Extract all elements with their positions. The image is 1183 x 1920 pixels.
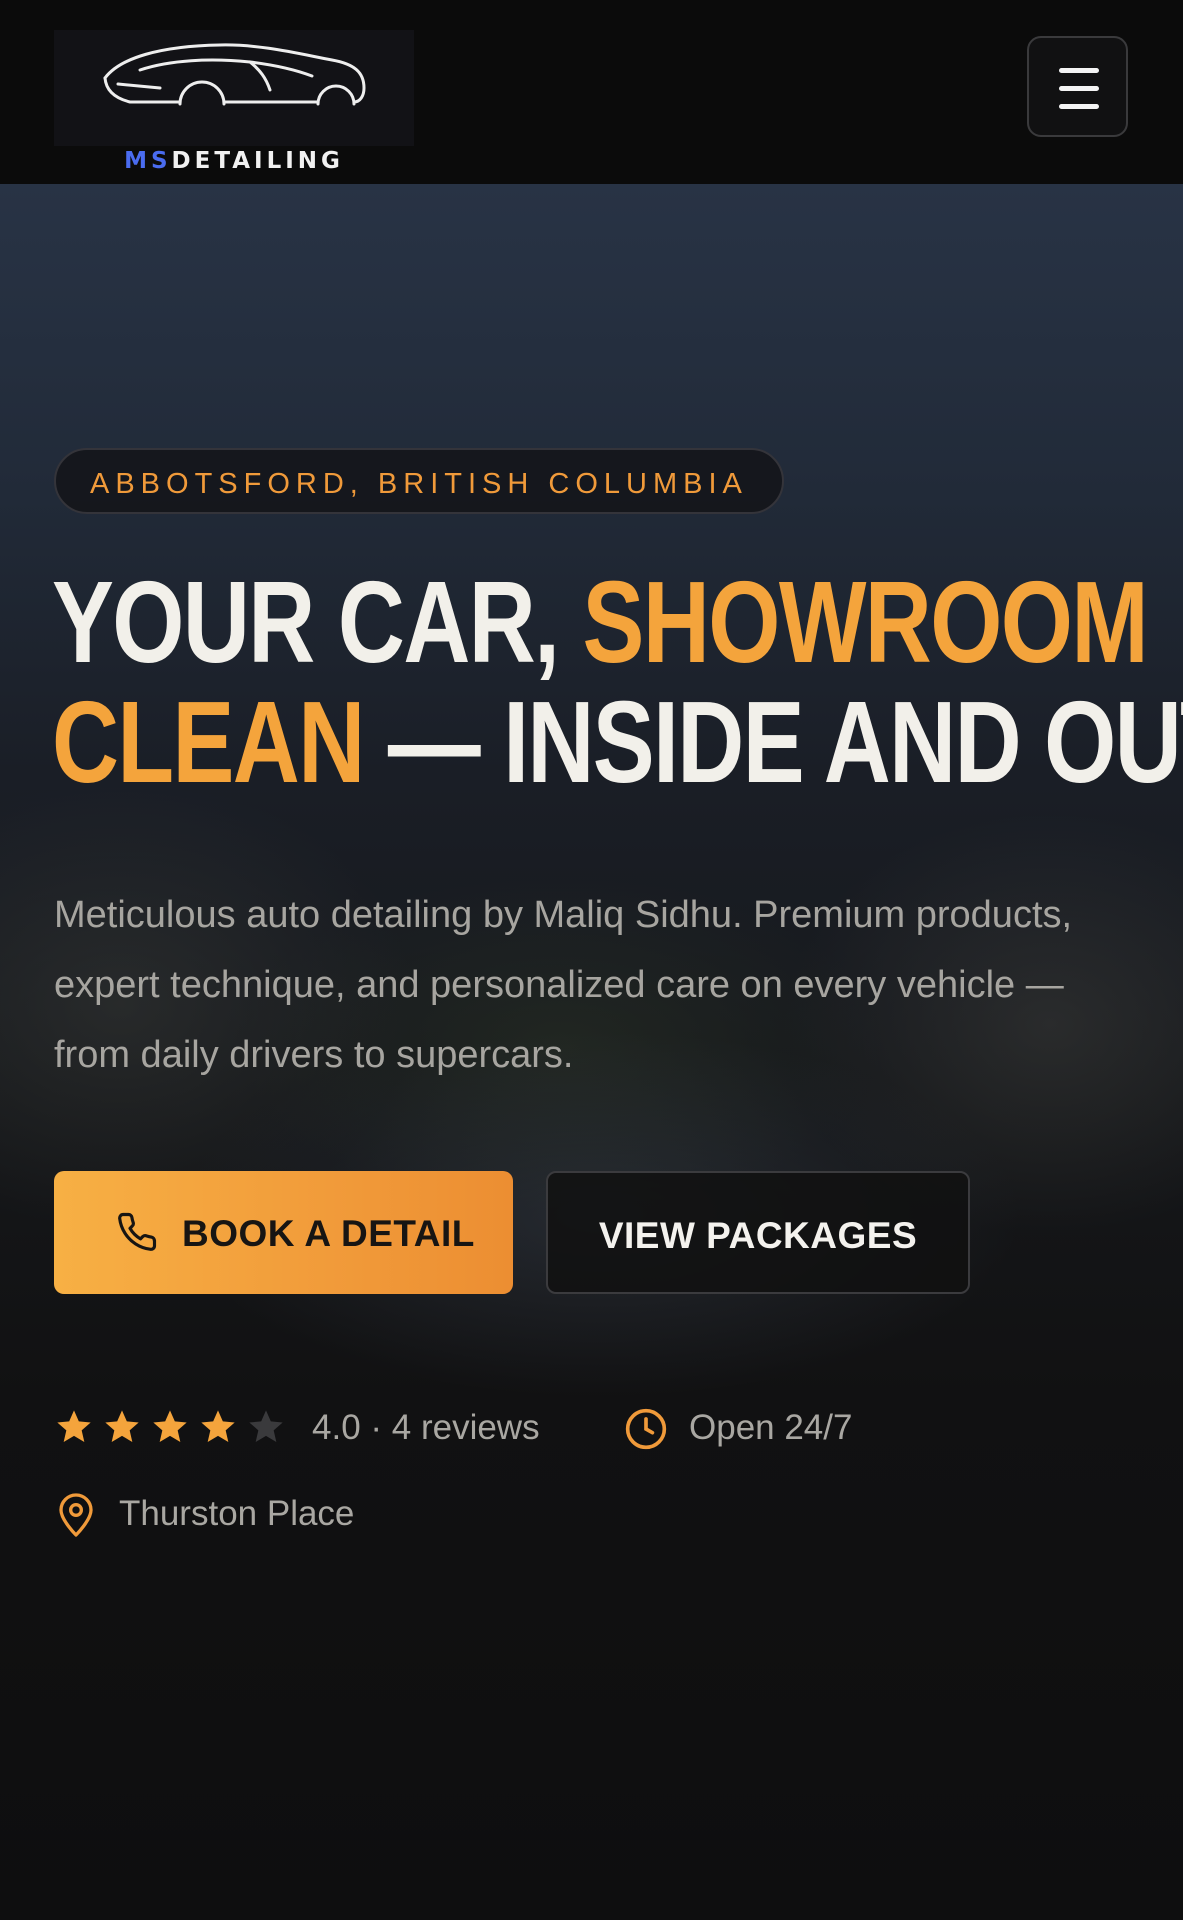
place-text: Thurston Place [119,1494,355,1533]
phone-icon [118,1212,157,1251]
headline-part-4: — INSIDE AND OUT. [363,677,1183,807]
page: MSDETAILING ABBOTSFORD, BRITISH COLUMBIA… [0,0,1183,1920]
star-filled-icon [57,1410,91,1442]
clock-icon [625,1408,667,1450]
hamburger-menu-icon-bar [1059,86,1099,91]
view-packages-button[interactable]: VIEW PACKAGES [546,1171,970,1294]
location-badge: ABBOTSFORD, BRITISH COLUMBIA [54,448,784,514]
brand-ms: MS [124,148,172,174]
menu-button[interactable] [1027,36,1128,137]
book-detail-button[interactable]: BOOK A DETAIL [54,1171,513,1294]
view-packages-label: VIEW PACKAGES [598,1215,918,1256]
star-empty-icon [249,1410,283,1442]
location-text: ABBOTSFORD, BRITISH COLUMBIA [90,468,748,500]
hours-text: Open 24/7 [689,1408,853,1447]
hamburger-menu-icon-bar [1059,104,1099,109]
headline-part-3: CLEAN [52,677,365,807]
site-header: MSDETAILING [0,0,1183,184]
hero-description: Meticulous auto detailing by Maliq Sidhu… [54,894,1073,1076]
star-filled-icon [105,1410,139,1442]
headline-part-1: YOUR CAR, [52,557,583,687]
book-detail-label: BOOK A DETAIL [182,1213,475,1254]
rating-text: 4.0 · 4 reviews [312,1408,540,1447]
headline-part-2: SHOWROOM [582,557,1149,687]
star-filled-icon [153,1410,187,1442]
brand-logo[interactable]: MSDETAILING [54,30,414,174]
brand-wordmark: MSDETAILING [54,148,414,174]
brand-detailing: DETAILING [171,148,344,174]
sports-car-logo-icon [103,43,366,106]
hamburger-menu-icon [1059,68,1099,73]
star-filled-icon [201,1410,235,1442]
map-pin-icon [59,1493,93,1537]
hero-headline: YOUR CAR, SHOWROOM CLEAN — INSIDE AND OU… [52,562,1183,802]
